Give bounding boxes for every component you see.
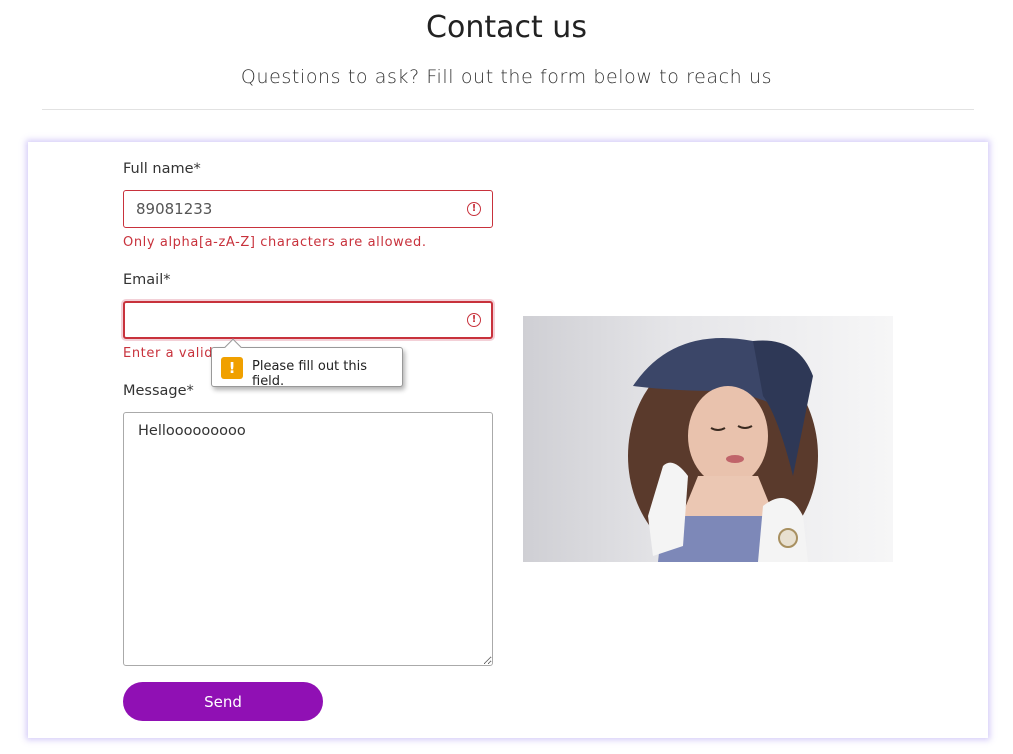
model-photo-illustration [628, 338, 818, 562]
tooltip-text: Please fill out this field. [252, 359, 368, 389]
model-photo [523, 316, 893, 562]
validation-tooltip: ! Please fill out this field. [211, 338, 403, 389]
warning-icon: ! [221, 357, 243, 379]
full-name-input[interactable] [123, 190, 493, 228]
full-name-error-icon: ! [467, 202, 481, 216]
email-error-text: Enter a valid [123, 346, 214, 361]
header-divider [42, 109, 974, 110]
email-error-icon: ! [467, 313, 481, 327]
full-name-error-text: Only alpha[a-zA-Z] characters are allowe… [123, 235, 427, 250]
email-label: Email* [123, 272, 171, 288]
message-textarea[interactable]: Hellooooooooo [123, 412, 493, 666]
contact-form-card: Full name* ! Only alpha[a-zA-Z] characte… [28, 142, 988, 738]
send-button[interactable]: Send [123, 682, 323, 721]
page-subtitle: Questions to ask? Fill out the form belo… [240, 66, 773, 88]
email-input[interactable] [123, 301, 493, 339]
full-name-label: Full name* [123, 161, 201, 177]
message-label: Message* [123, 383, 194, 399]
page-title: Contact us [426, 10, 587, 45]
